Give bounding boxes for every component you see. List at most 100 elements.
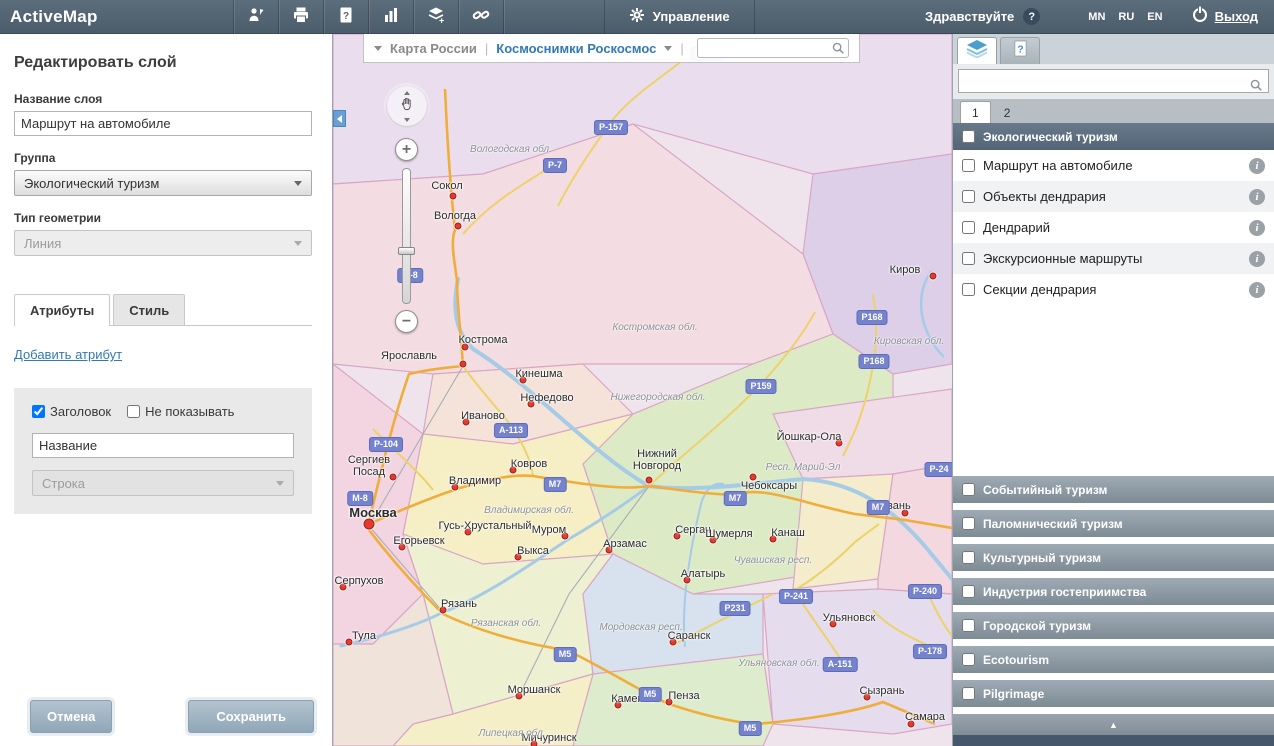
page-tab-1[interactable]: 1 (960, 101, 991, 123)
scroll-up-bar[interactable]: ▲ (953, 714, 1274, 735)
info-icon[interactable]: i (1249, 158, 1265, 174)
lang-ru[interactable]: RU (1118, 11, 1134, 23)
zoom-out-button[interactable]: − (395, 310, 418, 333)
manage-button[interactable]: Управление (604, 0, 755, 34)
group-checkbox[interactable] (962, 619, 975, 632)
add-layer-button[interactable]: + (414, 0, 458, 34)
print-icon (292, 6, 310, 27)
layer-name-input[interactable] (14, 111, 312, 136)
report-button[interactable]: ? (324, 0, 368, 34)
zoom-slider[interactable] (402, 168, 411, 304)
tab-attributes[interactable]: Атрибуты (14, 294, 110, 326)
layer-row[interactable]: Объекты дендрарияi (953, 181, 1274, 212)
group-label: Паломнический туризм (983, 517, 1123, 531)
user-location-button[interactable] (234, 0, 278, 34)
chevron-down-icon (276, 481, 284, 486)
road-badge: М5 (554, 647, 577, 662)
group-select[interactable]: Экологический туризм (14, 170, 312, 196)
group-checkbox[interactable] (962, 687, 975, 700)
panel-title: Редактировать слой (14, 54, 312, 72)
layers-panel: ? 12 Экологический туризм Маршрут на авт… (952, 34, 1274, 746)
link-button[interactable] (459, 0, 503, 34)
road-badge: А-151 (823, 657, 858, 672)
layer-row[interactable]: Маршрут на автомобиле i (953, 150, 1274, 181)
group-header-expanded[interactable]: Экологический туризм (953, 123, 1274, 150)
group-checkbox[interactable] (962, 517, 975, 530)
chart-icon (382, 6, 400, 27)
layer-row[interactable]: Дендрарийi (953, 212, 1274, 243)
cancel-button[interactable]: Отмена (30, 700, 112, 733)
chevron-down-icon[interactable] (374, 46, 382, 51)
group-header[interactable]: Паломнический туризм (953, 510, 1274, 537)
group-checkbox[interactable] (962, 483, 975, 496)
search-icon[interactable] (1249, 78, 1263, 92)
header-checkbox[interactable] (32, 405, 45, 418)
layer-label: Маршрут на автомобиле (983, 158, 1241, 173)
tab-layers[interactable] (957, 37, 997, 64)
layer-checkbox[interactable] (962, 159, 975, 172)
report-icon: ? (337, 6, 355, 27)
region-label: Костромская обл. (612, 322, 697, 333)
tab-style[interactable]: Стиль (113, 294, 185, 325)
map-canvas[interactable]: СоколВологдаКировКостромаЯрославльКинешм… (333, 34, 952, 746)
layer-checkbox[interactable] (962, 221, 975, 234)
breadcrumb-base-map[interactable]: Карта России (390, 41, 477, 56)
layer-row[interactable]: Секции дендрарияi (953, 274, 1274, 305)
chart-button[interactable] (369, 0, 413, 34)
layers-search-input[interactable] (958, 69, 1269, 93)
chevron-down-icon[interactable] (664, 46, 672, 51)
group-label: Индустрия гостеприимства (983, 585, 1146, 599)
layer-checkbox[interactable] (962, 252, 975, 265)
lang-en[interactable]: EN (1147, 11, 1162, 23)
zoom-slider-handle[interactable] (398, 247, 415, 255)
lang-mn[interactable]: MN (1088, 11, 1105, 23)
zoom-in-button[interactable]: + (395, 138, 418, 161)
info-icon[interactable]: i (1249, 189, 1265, 205)
help-button[interactable]: ? (1023, 8, 1040, 25)
group-header[interactable]: Городской туризм (953, 612, 1274, 639)
city-label: Киров (890, 264, 921, 276)
group-header[interactable]: Событийный туризм (953, 476, 1274, 503)
app-logo: ActiveMap (10, 7, 98, 27)
save-button[interactable]: Сохранить (188, 700, 314, 733)
road-badge: М-8 (347, 491, 373, 506)
breadcrumb-active-layer[interactable]: Космоснимки Роскосмос (496, 41, 656, 56)
layer-row[interactable]: Экскурсионные маршрутыi (953, 243, 1274, 274)
city-label: Ярославль (381, 350, 437, 362)
group-header[interactable]: Pilgrimage (953, 680, 1274, 707)
group-label: Городской туризм (983, 619, 1091, 633)
info-icon[interactable]: i (1249, 282, 1265, 298)
group-header[interactable]: Культурный туризм (953, 544, 1274, 571)
page-tab-2[interactable]: 2 (993, 102, 1022, 123)
group-header[interactable]: Ecotourism (953, 646, 1274, 673)
attribute-name-input[interactable] (32, 433, 294, 458)
layer-checkbox[interactable] (962, 283, 975, 296)
layer-checkbox[interactable] (962, 190, 975, 203)
info-icon[interactable]: i (1249, 220, 1265, 236)
tab-legend-help[interactable]: ? (1000, 37, 1040, 64)
region-label: Ульяновская обл. (738, 658, 819, 669)
hide-checkbox[interactable] (127, 405, 140, 418)
group-header[interactable]: Индустрия гостеприимства (953, 578, 1274, 605)
group-checkbox[interactable] (962, 551, 975, 564)
add-attribute-link[interactable]: Добавить атрибут (14, 347, 122, 362)
header-checkbox-label[interactable]: Заголовок (32, 404, 111, 419)
pan-control[interactable] (387, 86, 427, 126)
group-checkbox[interactable] (962, 585, 975, 598)
city-label: Кострома (459, 334, 508, 346)
logout-button[interactable]: Выход (1191, 5, 1258, 28)
hide-checkbox-label[interactable]: Не показывать (127, 404, 234, 419)
info-icon[interactable]: i (1249, 251, 1265, 267)
map-search-input[interactable] (697, 38, 849, 58)
group-checkbox[interactable] (962, 130, 975, 143)
pan-up-icon (404, 91, 410, 95)
print-button[interactable] (279, 0, 323, 34)
layer-list-empty-space (953, 305, 1274, 476)
activemap-app: ActiveMap ?+ Управление Здравствуйте ? M… (0, 0, 1274, 746)
region-label: Респ. Марий-Эл (766, 462, 841, 473)
collapse-left-panel-button[interactable] (333, 110, 346, 127)
help-page-icon: ? (1011, 39, 1030, 63)
city-label: Чебоксары (741, 480, 797, 492)
group-checkbox[interactable] (962, 653, 975, 666)
search-icon[interactable] (831, 41, 845, 55)
